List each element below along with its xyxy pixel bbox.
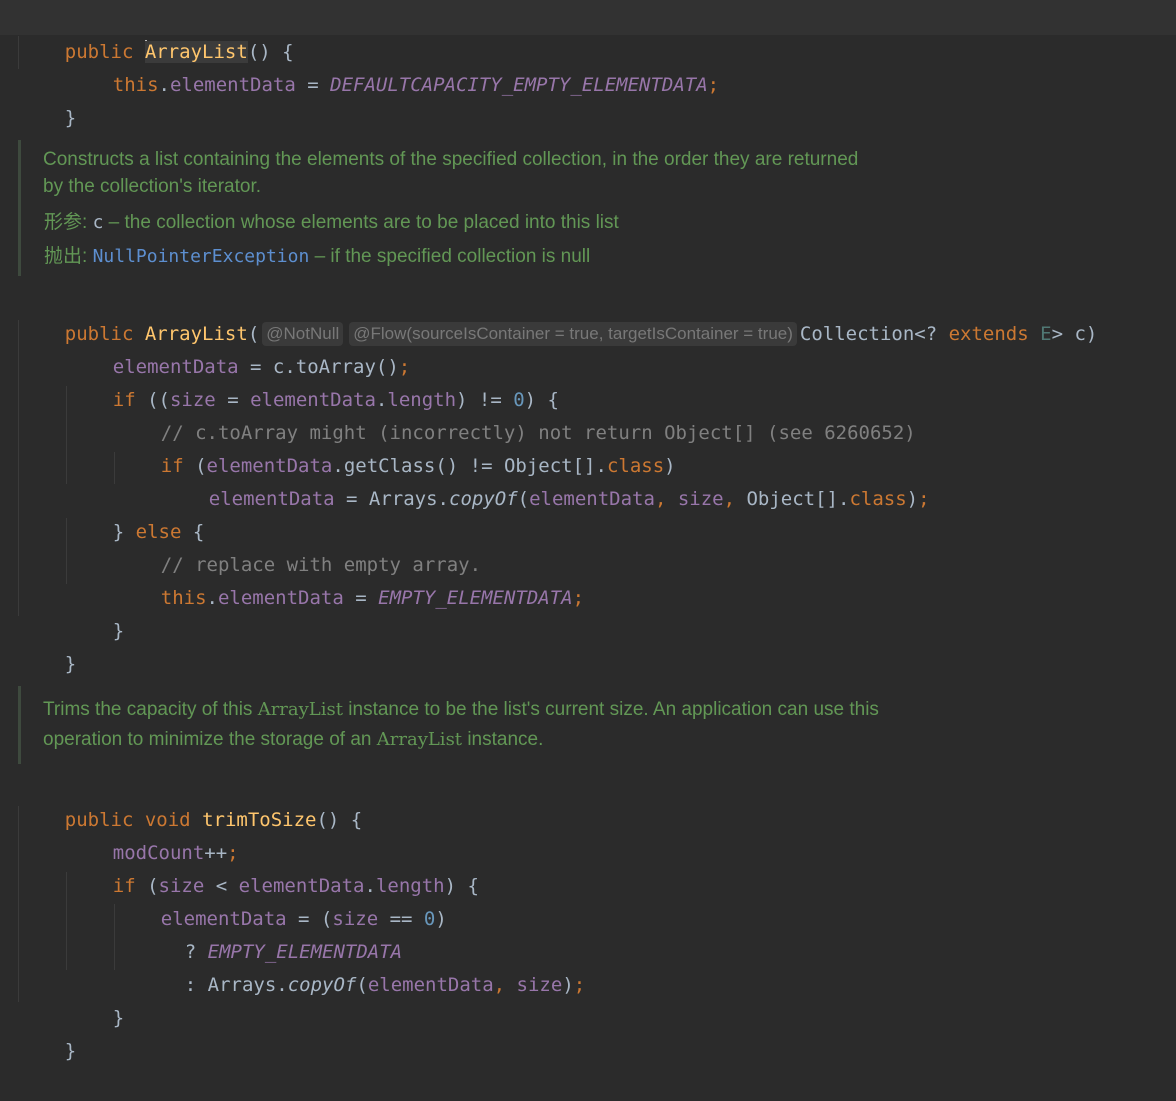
- number-literal: 0: [423, 908, 436, 930]
- type-parameter: E: [1040, 323, 1052, 345]
- code-text: }: [64, 653, 77, 675]
- doc-throws-tag: 抛出:: [44, 246, 88, 267]
- field-name: elementData: [169, 74, 296, 96]
- field-name: elementData: [217, 587, 344, 609]
- doc-code: ArrayList: [257, 699, 343, 720]
- semicolon: ;: [573, 974, 586, 996]
- static-field: DEFAULTCAPACITY_EMPTY_ELEMENTDATA: [330, 74, 708, 96]
- code-text: =: [295, 74, 331, 96]
- doc-text: Trims the capacity of this: [43, 699, 258, 720]
- code-text: > c): [1051, 323, 1098, 345]
- code-text: ): [906, 488, 919, 510]
- code-text: }: [64, 107, 77, 129]
- code-line[interactable]: : Arrays.copyOf(elementData, size);: [139, 936, 585, 996]
- code-line[interactable]: }: [67, 969, 124, 1029]
- doc-throws-link[interactable]: NullPointerException: [93, 246, 310, 267]
- code-text: }: [112, 620, 125, 642]
- code-text: Object[].: [746, 488, 850, 510]
- code-line[interactable]: }: [67, 582, 124, 642]
- code-text: .: [206, 587, 218, 609]
- doc-text: by the collection's iterator.: [43, 176, 262, 197]
- doc-param-row: 形参: c – the collection whose elements ar…: [44, 209, 619, 237]
- code-line[interactable]: // replace with empty array.: [115, 516, 481, 576]
- keyword: extends: [948, 323, 1029, 345]
- code-line[interactable]: elementData = (size == 0): [115, 870, 447, 930]
- field-name: elementData: [367, 974, 494, 996]
- keyword: this: [112, 74, 159, 96]
- comma: ,: [723, 488, 747, 510]
- doc-throws-row: 抛出: NullPointerException – if the specif…: [44, 243, 590, 271]
- comma: ,: [493, 974, 517, 996]
- doc-param-tag: 形参:: [44, 212, 88, 233]
- code-line[interactable]: if (elementData.getClass() != Object[].c…: [115, 417, 676, 477]
- doc-text: instance.: [462, 729, 544, 750]
- code-line[interactable]: }: [19, 1002, 76, 1062]
- field-name: elementData: [529, 488, 655, 510]
- doc-throws-desc: – if the specified collection is null: [309, 246, 591, 267]
- code-line[interactable]: public void trimToSize() {: [19, 771, 362, 831]
- code-text: () {: [316, 809, 363, 831]
- code-editor[interactable]: public ArrayList() { this.elementData = …: [0, 0, 1176, 1062]
- code-line[interactable]: this.elementData = EMPTY_ELEMENTDATA;: [115, 549, 584, 609]
- code-text: }: [112, 1007, 125, 1029]
- doc-text-line: operation to minimize the storage of an …: [43, 726, 543, 754]
- doc-text: Constructs a list containing the element…: [43, 149, 859, 170]
- code-line[interactable]: public ArrayList(@NotNull @Flow(sourceIsC…: [19, 285, 1097, 346]
- code-text: }: [64, 1040, 77, 1062]
- doc-code: ArrayList: [376, 729, 463, 750]
- code-line[interactable]: public ArrayList() {: [19, 3, 294, 63]
- field-name: elementData: [208, 488, 335, 510]
- doc-text-line: Trims the capacity of this ArrayList ins…: [43, 696, 879, 724]
- code-line[interactable]: // c.toArray might (incorrectly) not ret…: [115, 384, 916, 444]
- code-line[interactable]: modCount++;: [67, 804, 239, 864]
- code-line[interactable]: elementData = Arrays.copyOf(elementData,…: [163, 450, 930, 510]
- code-text: ): [562, 974, 574, 996]
- inlay-hint-flow[interactable]: @Flow(sourceIsContainer = true, targetIs…: [349, 322, 797, 346]
- code-text: (: [517, 488, 530, 510]
- doc-comment: Constructs a list containing the element…: [18, 140, 858, 276]
- doc-text: operation to minimize the storage of an: [43, 729, 377, 750]
- doc-comment: Trims the capacity of this ArrayList ins…: [18, 686, 879, 764]
- field-name: size: [516, 974, 563, 996]
- doc-param-name: c: [92, 212, 104, 233]
- semicolon: ;: [707, 74, 720, 96]
- code-line[interactable]: if (size < elementData.length) {: [67, 837, 479, 897]
- doc-text: instance to be the list's current size. …: [343, 699, 879, 720]
- code-line[interactable]: }: [19, 615, 76, 675]
- keyword: this: [160, 587, 207, 609]
- code-line[interactable]: } else {: [67, 483, 205, 543]
- static-field: EMPTY_ELEMENTDATA: [378, 587, 573, 609]
- code-text: = Arrays.: [334, 488, 449, 510]
- code-line[interactable]: ? EMPTY_ELEMENTDATA: [139, 903, 402, 963]
- code-text: : Arrays.: [184, 974, 288, 996]
- code-line[interactable]: this.elementData = DEFAULTCAPACITY_EMPTY…: [67, 36, 719, 96]
- keyword: class: [849, 488, 907, 510]
- code-line[interactable]: elementData = c.toArray();: [67, 318, 410, 378]
- doc-param-desc: – the collection whose elements are to b…: [103, 212, 619, 233]
- code-line[interactable]: if ((size = elementData.length) != 0) {: [67, 351, 559, 411]
- static-method: copyOf: [449, 488, 518, 510]
- code-line[interactable]: }: [19, 69, 76, 129]
- field-name: size: [677, 488, 724, 510]
- code-text: ) {: [444, 875, 479, 897]
- semicolon: ;: [918, 488, 930, 510]
- code-text: =: [343, 587, 379, 609]
- code-text: ): [435, 908, 447, 930]
- semicolon: ;: [572, 587, 585, 609]
- static-method: copyOf: [287, 974, 357, 996]
- code-text: Collection<?: [799, 323, 949, 345]
- code-text: .: [158, 74, 170, 96]
- comma: ,: [654, 488, 678, 510]
- code-text: (: [356, 974, 368, 996]
